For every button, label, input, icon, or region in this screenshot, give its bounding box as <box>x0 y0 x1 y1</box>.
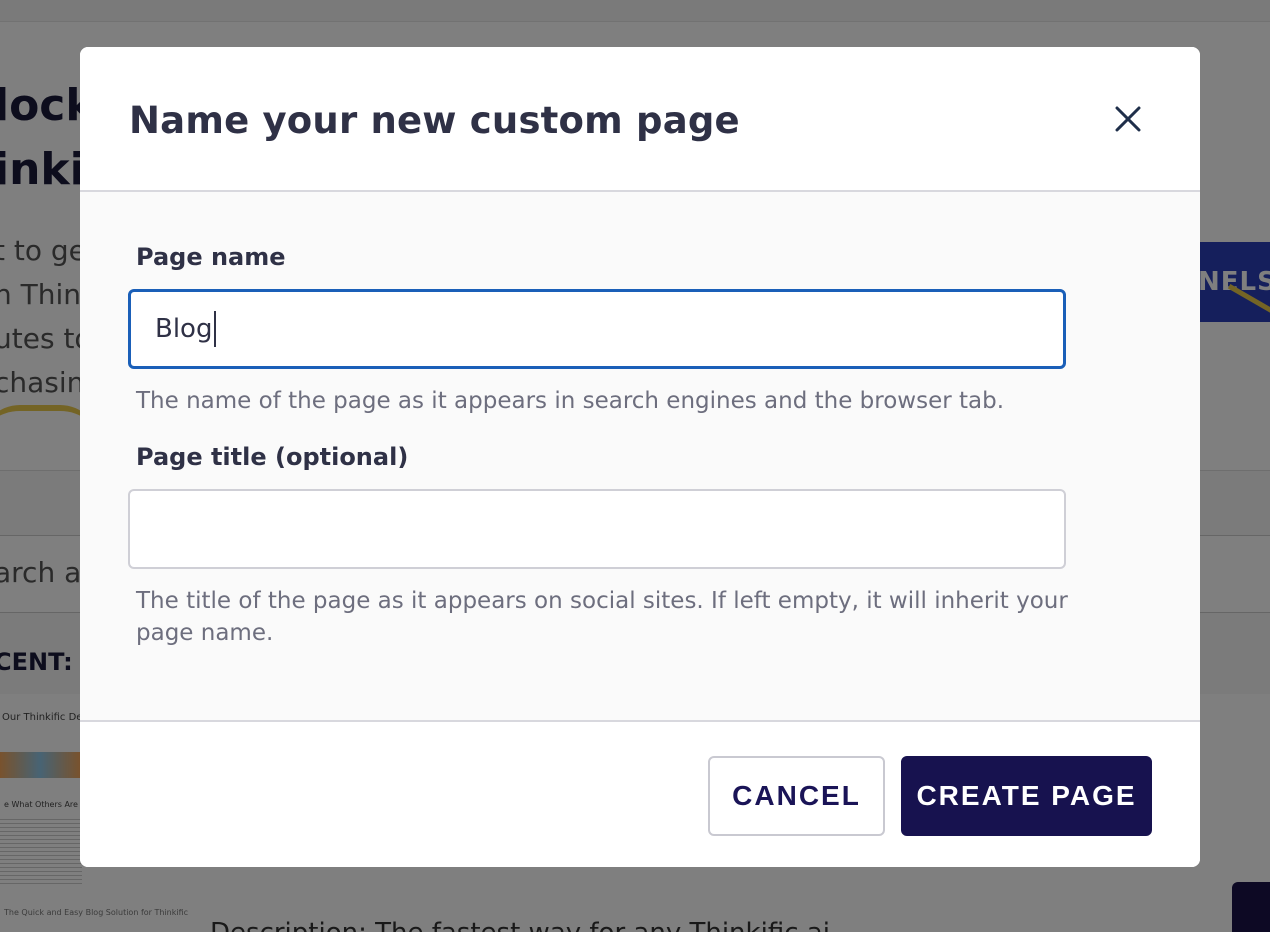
page-title-label: Page title (optional) <box>136 443 409 471</box>
custom-page-dialog: Name your new custom page Page name The … <box>80 47 1200 867</box>
dialog-header: Name your new custom page <box>80 47 1200 192</box>
close-button[interactable] <box>1108 99 1148 139</box>
page-name-input[interactable] <box>128 289 1066 369</box>
dialog-footer: CANCEL CREATE PAGE <box>80 720 1200 867</box>
text-caret <box>214 311 216 347</box>
page-name-label: Page name <box>136 243 286 271</box>
page-title-help-text: The title of the page as it appears on s… <box>136 588 1068 646</box>
page-name-help-text: The name of the page as it appears in se… <box>136 388 1005 414</box>
dialog-title: Name your new custom page <box>129 99 740 142</box>
close-icon <box>1115 106 1141 132</box>
cancel-button[interactable]: CANCEL <box>708 756 885 836</box>
page-title-input[interactable] <box>128 489 1066 569</box>
create-page-button[interactable]: CREATE PAGE <box>901 756 1152 836</box>
